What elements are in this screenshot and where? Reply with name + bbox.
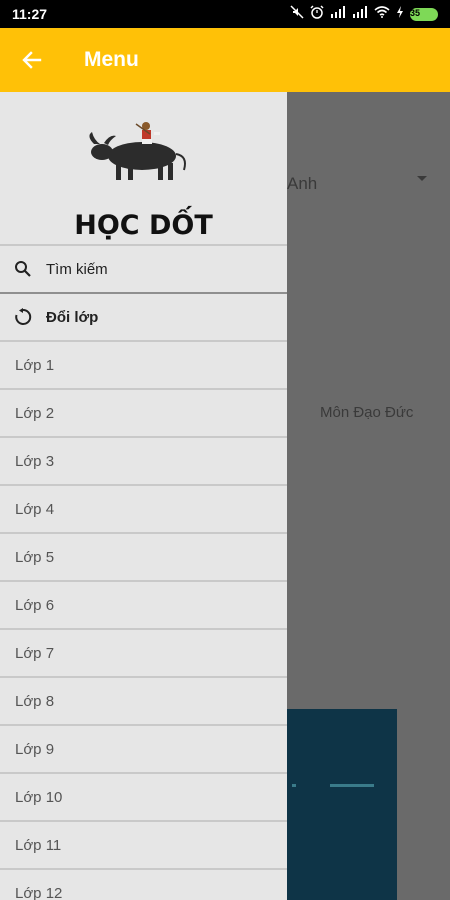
drawer-header: HỌC DỐT [0, 92, 287, 244]
brand-name: HỌC DỐT [74, 210, 213, 241]
drawer-item-grade[interactable]: Lớp 7 [0, 628, 287, 676]
background-card-dot [292, 784, 296, 787]
drawer-item-grade[interactable]: Lớp 5 [0, 532, 287, 580]
back-button[interactable] [0, 28, 64, 92]
status-icons: 35 [290, 4, 438, 24]
background-subject-label: Môn Đạo Đức [320, 404, 414, 421]
drawer-item-grade[interactable]: Lớp 3 [0, 436, 287, 484]
drawer-item-grade[interactable]: Lớp 10 [0, 772, 287, 820]
drawer-item-label: Tìm kiếm [46, 260, 108, 278]
alarm-icon [310, 4, 324, 24]
app-title: Menu [84, 48, 139, 71]
drawer-item-grade[interactable]: Lớp 12 [0, 868, 287, 900]
drawer-item-grade[interactable]: Lớp 4 [0, 484, 287, 532]
drawer-item-label: Lớp 6 [15, 596, 55, 614]
buffalo-logo-icon [89, 122, 186, 180]
drawer-item-label: Lớp 5 [15, 548, 55, 566]
drawer-item-label: Lớp 10 [15, 788, 63, 806]
drawer-item-grade[interactable]: Lớp 6 [0, 580, 287, 628]
grade-list: Lớp 1 Lớp 2 Lớp 3 Lớp 4 Lớp 5 Lớp 6 Lớp 7 Lớp 8… [0, 340, 287, 900]
status-time: 11:27 [12, 6, 48, 22]
drawer-item-search[interactable]: Tìm kiếm [0, 244, 287, 292]
search-icon [0, 260, 46, 278]
drawer-item-grade[interactable]: Lớp 2 [0, 388, 287, 436]
drawer-item-label: Đổi lớp [46, 308, 99, 326]
drawer-item-label: Lớp 8 [15, 692, 55, 710]
drawer-item-label: Lớp 3 [15, 452, 55, 470]
signal-icon [330, 5, 346, 23]
navigation-drawer: HỌC DỐT Tìm kiếm Đổi lớp Lớp 1 Lớp 2 Lớp 3… [0, 92, 287, 900]
app-bar: Menu [0, 28, 450, 92]
drawer-item-change-grade[interactable]: Đổi lớp [0, 292, 287, 340]
dropdown-arrow-icon [417, 176, 427, 181]
drawer-item-label: Lớp 4 [15, 500, 55, 518]
background-card-line [330, 784, 374, 787]
drawer-item-label: Lớp 12 [15, 884, 63, 900]
battery-indicator: 35 [410, 7, 438, 21]
drawer-item-label: Lớp 7 [15, 644, 55, 662]
drawer-item-grade[interactable]: Lớp 9 [0, 724, 287, 772]
wifi-icon [374, 5, 390, 23]
drawer-item-label: Lớp 1 [15, 356, 55, 374]
drawer-item-label: Lớp 2 [15, 404, 55, 422]
mute-icon [290, 4, 304, 24]
drawer-item-grade[interactable]: Lớp 11 [0, 820, 287, 868]
drawer-item-grade[interactable]: Lớp 8 [0, 676, 287, 724]
signal-icon-2 [352, 5, 368, 23]
refresh-icon [0, 308, 46, 326]
background-dropdown-value: Anh [287, 174, 318, 193]
charging-icon [396, 5, 404, 23]
drawer-item-label: Lớp 11 [15, 836, 62, 854]
status-bar: 11:27 35 [0, 0, 450, 28]
arrow-left-icon [22, 51, 42, 69]
drawer-item-label: Lớp 9 [15, 740, 55, 758]
drawer-item-grade[interactable]: Lớp 1 [0, 340, 287, 388]
background-card [287, 709, 397, 900]
